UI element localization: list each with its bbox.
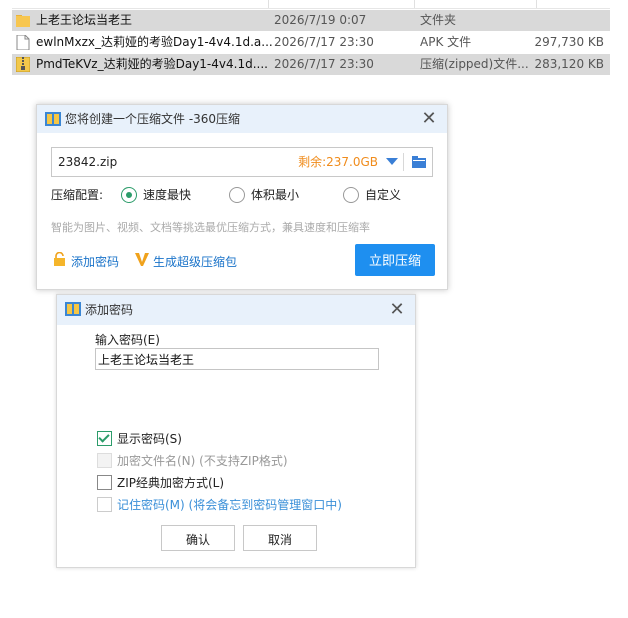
folder-icon [16,15,30,27]
radio-circle [343,187,359,203]
add-password-label: 添加密码 [71,255,120,269]
file-type: 压缩(zipped)文件... [420,57,529,71]
lock-icon [54,252,65,266]
archive-path-input[interactable]: 23842.zip 剩余:237.0GB [51,147,433,177]
checkbox-label: 记住密码(M) (将会备忘到密码管理窗口中) [117,498,342,512]
file-name: PmdTeKVz_达莉娅的考验Day1-4v4.1d.... [36,57,268,71]
file-name: ewlnMxzx_达莉娅的考验Day1-4v4.1d.a... [36,35,272,49]
password-dialog-title-bar[interactable]: 添加密码 ✕ [57,295,415,325]
password-dialog-title: 添加密码 [85,303,134,317]
radio-label: 速度最快 [143,188,192,202]
archive-app-icon [65,302,81,316]
column-separator[interactable] [536,0,537,8]
checkbox-box [97,431,112,446]
file-name: 上老王论坛当老王 [36,13,133,27]
chevron-down-icon[interactable] [386,158,398,165]
compress-dialog: 您将创建一个压缩文件 -360压缩 ✕ 23842.zip 剩余:237.0GB… [36,104,448,290]
radio-label: 体积最小 [251,188,300,202]
file-icon [16,35,30,50]
radio-circle [229,187,245,203]
archive-app-icon [45,112,61,126]
browse-folder-icon[interactable] [412,155,426,168]
file-date: 2026/7/17 23:30 [274,35,374,49]
free-space-label: 剩余:237.0GB [298,155,378,169]
file-row[interactable]: PmdTeKVz_达莉娅的考验Day1-4v4.1d.... 2026/7/17… [12,54,610,75]
radio-circle [121,187,137,203]
compress-config-row: 压缩配置: 速度最快 体积最小 自定义 [51,187,441,205]
checkbox-box [97,497,112,512]
cancel-button[interactable]: 取消 [243,525,317,551]
radio-label: 自定义 [365,188,402,202]
ok-button[interactable]: 确认 [161,525,235,551]
column-separator[interactable] [414,0,415,8]
compress-dialog-title: 您将创建一个压缩文件 -360压缩 [65,112,241,126]
file-row[interactable]: ewlnMxzx_达莉娅的考验Day1-4v4.1d.a... 2026/7/1… [12,32,610,53]
checkbox-label: 显示密码(S) [117,432,182,446]
vip-v-icon [135,253,149,266]
close-icon[interactable]: ✕ [387,300,407,320]
close-icon[interactable]: ✕ [419,109,439,129]
divider [403,153,404,171]
add-password-dialog: 添加密码 ✕ 输入密码(E) 上老王论坛当老王 显示密码(S) 加密文件名(N)… [56,294,416,568]
checkbox-box [97,475,112,490]
file-size: 297,730 KB [534,35,604,49]
file-type: APK 文件 [420,35,472,49]
zip-icon [16,57,30,72]
archive-path-text: 23842.zip [58,155,118,169]
super-zip-label: 生成超级压缩包 [153,255,238,269]
file-list-header [12,0,610,9]
compress-dialog-title-bar[interactable]: 您将创建一个压缩文件 -360压缩 ✕ [37,105,447,133]
checkbox-box [97,453,112,468]
compress-now-button[interactable]: 立即压缩 [355,244,435,276]
file-date: 2026/7/17 23:30 [274,57,374,71]
password-field-label: 输入密码(E) [95,333,160,347]
file-size: 283,120 KB [534,57,604,71]
column-separator[interactable] [268,0,269,8]
checkbox-label: ZIP经典加密方式(L) [117,476,225,490]
file-row[interactable]: 上老王论坛当老王 2026/7/19 0:07 文件夹 [12,10,610,31]
compress-config-label: 压缩配置: [51,188,104,202]
file-type: 文件夹 [420,13,457,27]
checkbox-label: 加密文件名(N) (不支持ZIP格式) [117,454,288,468]
password-input[interactable]: 上老王论坛当老王 [95,348,379,370]
compress-hint: 智能为图片、视频、文档等挑选最优压缩方式，兼具速度和压缩率 [51,221,370,234]
file-date: 2026/7/19 0:07 [274,13,367,27]
file-list: 上老王论坛当老王 2026/7/19 0:07 文件夹 ewlnMxzx_达莉娅… [12,0,610,75]
